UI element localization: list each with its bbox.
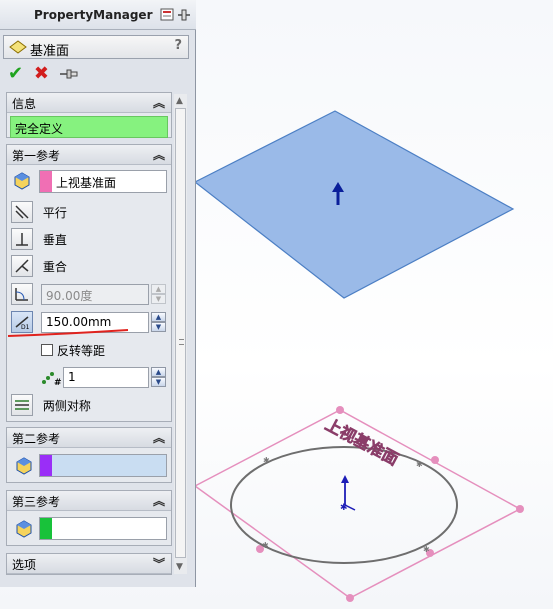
collapse-chevron-icon[interactable]: ︽	[153, 492, 165, 509]
selection-color-tag	[40, 518, 52, 539]
svg-text:✱: ✱	[262, 541, 269, 550]
options-header[interactable]: 选项 ︾	[7, 554, 171, 574]
status-message: 完全定义	[10, 116, 168, 138]
face-select-icon	[11, 170, 33, 192]
mid-plane-button[interactable]	[11, 394, 33, 416]
first-reference-header[interactable]: 第一参考 ︽	[7, 145, 171, 165]
second-reference-group: 第二参考 ︽	[6, 427, 172, 483]
svg-text:#: #	[54, 378, 61, 386]
first-reference-selection: 上视基准面	[56, 176, 117, 190]
collapse-chevron-icon[interactable]: ︽	[153, 146, 165, 163]
angle-input[interactable]: 90.00度	[41, 284, 149, 305]
first-ref-selection-row	[11, 170, 33, 192]
parallel-row: 平行	[11, 201, 67, 223]
info-group: 信息 ︽ 完全定义	[6, 92, 172, 138]
svg-text:✱: ✱	[416, 460, 423, 469]
panel-scrollbar[interactable]: ▲ ▼	[174, 94, 187, 574]
options-group: 选项 ︾	[6, 553, 172, 575]
info-title: 信息	[12, 97, 37, 111]
third-reference-selection-box[interactable]	[39, 517, 167, 540]
mid-plane-row: 两侧对称	[11, 394, 91, 416]
first-reference-title: 第一参考	[12, 149, 61, 163]
info-group-header[interactable]: 信息 ︽	[7, 93, 171, 113]
perpendicular-row: 垂直	[11, 228, 67, 250]
second-reference-header[interactable]: 第二参考 ︽	[7, 428, 171, 448]
collapse-chevron-icon[interactable]: ︽	[153, 94, 165, 111]
scroll-up-arrow[interactable]: ▲	[176, 96, 183, 106]
property-manager-panel: PropertyManager 基准面 ? ✔ ✖ ▲ ▼ 信息 ︽ 完全定义 …	[0, 0, 196, 587]
flip-offset-checkbox[interactable]	[41, 344, 53, 356]
third-reference-group: 第三参考 ︽	[6, 490, 172, 546]
selection-color-tag	[40, 455, 52, 476]
annotation-underline	[7, 329, 129, 337]
coincident-button[interactable]	[11, 255, 33, 277]
svg-text:✱: ✱	[340, 503, 348, 513]
selection-color-tag	[40, 171, 52, 192]
svg-text:✱: ✱	[263, 456, 270, 465]
action-buttons: ✔ ✖	[8, 64, 88, 84]
first-reference-selection-box[interactable]: 上视基准面	[39, 170, 167, 193]
new-plane-preview[interactable]	[193, 110, 515, 299]
coincident-label: 重合	[42, 259, 67, 274]
solidworks-window: ✱ ✱ ✱ ✱ ✱ 上视基准面 PropertyManager 基准面 ? ✔ …	[0, 0, 553, 609]
distance-spinner[interactable]: ▲ ▼	[151, 312, 166, 333]
mid-plane-label: 两侧对称	[42, 398, 91, 413]
expand-chevron-icon[interactable]: ︾	[153, 555, 165, 572]
plane-feature-icon	[9, 40, 27, 54]
options-title: 选项	[12, 558, 37, 572]
ok-button[interactable]: ✔	[8, 64, 23, 84]
feature-name: 基准面	[30, 44, 70, 59]
coincident-row: 重合	[11, 255, 67, 277]
tab-pin-icon[interactable]	[160, 7, 192, 23]
face-select-icon	[15, 520, 33, 541]
angle-button[interactable]	[11, 283, 33, 305]
help-button[interactable]: ?	[174, 38, 182, 53]
scroll-thumb[interactable]	[175, 108, 186, 558]
svg-text:✱: ✱	[423, 545, 430, 554]
collapse-chevron-icon[interactable]: ︽	[153, 429, 165, 446]
instance-count-input[interactable]: 1	[63, 367, 149, 388]
panel-title: PropertyManager	[34, 8, 153, 22]
first-reference-group: 第一参考 ︽ 上视基准面 平行 垂直 重合 90.00度 ▲ ▼ D1 150.…	[6, 144, 172, 422]
perpendicular-label: 垂直	[42, 232, 67, 247]
instance-count-icon: #	[41, 368, 62, 389]
parallel-label: 平行	[42, 205, 67, 220]
cancel-button[interactable]: ✖	[34, 64, 49, 84]
top-plane-reference[interactable]: ✱ ✱ ✱ ✱ ✱ 上视基准面	[193, 406, 524, 602]
scroll-down-arrow[interactable]: ▼	[176, 562, 183, 572]
third-reference-title: 第三参考	[12, 495, 61, 509]
feature-header: 基准面 ?	[3, 35, 189, 59]
face-select-icon	[15, 457, 33, 478]
count-spinner[interactable]: ▲ ▼	[151, 367, 166, 388]
parallel-button[interactable]	[11, 201, 33, 223]
third-reference-header[interactable]: 第三参考 ︽	[7, 491, 171, 511]
perpendicular-button[interactable]	[11, 228, 33, 250]
origin-triad: ✱	[340, 475, 356, 513]
pushpin-icon[interactable]	[59, 67, 78, 81]
angle-row	[11, 283, 33, 305]
flip-offset-label: 反转等距	[57, 344, 106, 358]
second-reference-title: 第二参考	[12, 432, 61, 446]
angle-spinner[interactable]: ▲ ▼	[151, 284, 166, 305]
second-reference-selection-box[interactable]	[39, 454, 167, 477]
property-manager-tab[interactable]: PropertyManager	[0, 0, 196, 30]
plane-label: 上视基准面	[322, 415, 402, 469]
